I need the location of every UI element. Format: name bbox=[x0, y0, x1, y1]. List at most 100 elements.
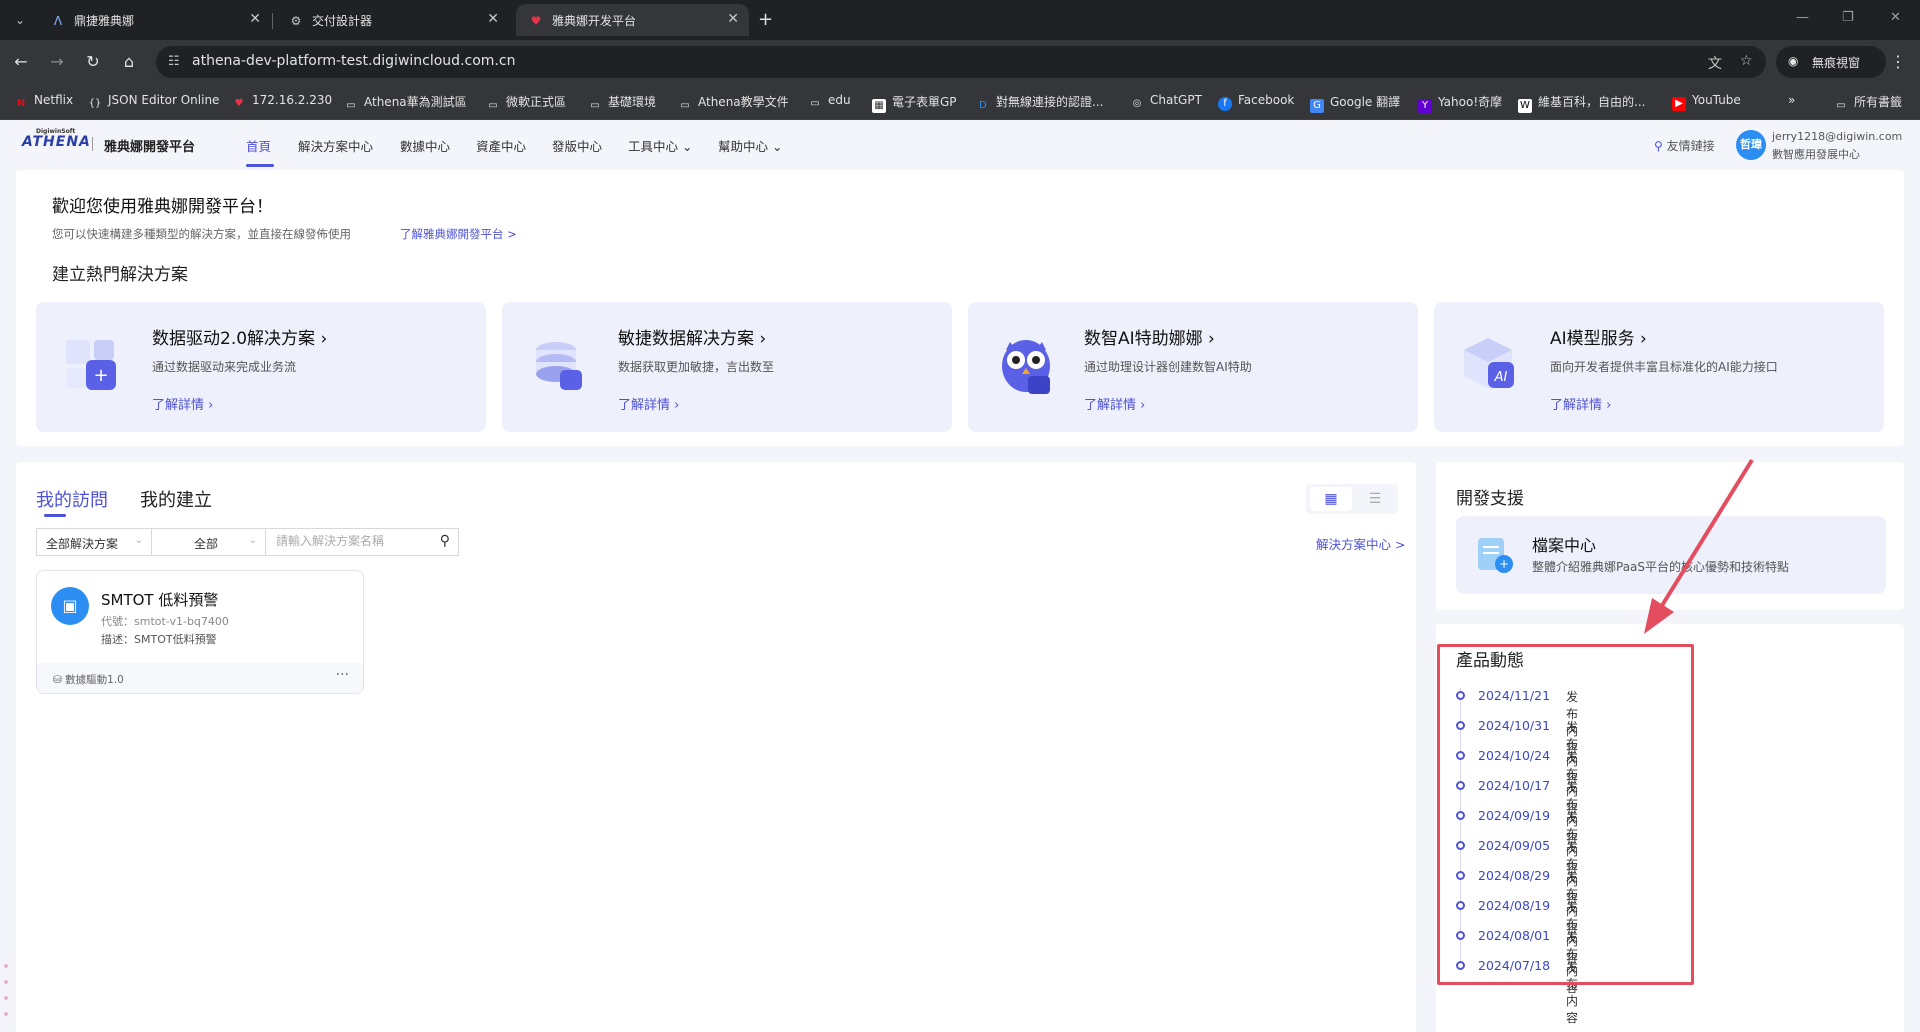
bookmark-youtube[interactable]: ▶ YouTube bbox=[1672, 93, 1741, 111]
wireless-icon: D bbox=[979, 100, 987, 111]
window-close-icon[interactable]: ✕ bbox=[1890, 10, 1901, 25]
bookmark-chatgpt[interactable]: ◎ ChatGPT bbox=[1130, 93, 1202, 111]
close-icon[interactable]: ✕ bbox=[249, 11, 261, 27]
new-tab-button[interactable]: + bbox=[758, 9, 773, 30]
learn-more-link[interactable]: 了解詳情 › bbox=[1084, 394, 1145, 413]
search-input[interactable] bbox=[276, 534, 426, 548]
data-driven-icon: + bbox=[66, 340, 116, 390]
avatar[interactable]: 哲瑋 bbox=[1736, 130, 1766, 160]
nav-tool-center[interactable]: 工具中心 ⌄ bbox=[628, 136, 692, 155]
bookmark-folder-base[interactable]: ▭ 基礎環境 bbox=[588, 93, 656, 113]
bookmark-google-translate[interactable]: G Google 翻譯 bbox=[1310, 93, 1400, 113]
bookmark-gp[interactable]: ▦ 電子表單GP bbox=[872, 93, 957, 113]
document-icon: + bbox=[1478, 538, 1513, 573]
solution-card-data-driven[interactable]: + 数据驱动2.0解决方案 › 通过数据驱动来完成业务流 了解詳情 › bbox=[36, 302, 486, 432]
news-date[interactable]: 2024/08/01 bbox=[1478, 928, 1550, 943]
bookmarks-bar: N Netflix {} JSON Editor Online ♥ 172.16.2.… bbox=[0, 84, 1920, 120]
bookmark-facebook[interactable]: f Facebook bbox=[1218, 93, 1294, 111]
bookmarks-overflow-icon[interactable]: » bbox=[1788, 93, 1795, 107]
bookmark-folder-edu[interactable]: ▭ edu bbox=[808, 93, 850, 111]
tab-my-visits[interactable]: 我的訪問 bbox=[36, 486, 108, 512]
athena-logo[interactable]: DigiwinSoft ATHENA bbox=[22, 128, 90, 154]
youtube-icon: ▶ bbox=[1672, 97, 1686, 111]
bookmark-ip[interactable]: ♥ 172.16.2.230 bbox=[232, 93, 333, 111]
solution-type-tag: ⛁ 數據驅動1.0 bbox=[53, 674, 124, 686]
solution-card-ai-assistant[interactable]: 数智AI特助娜娜 › 通过助理设计器创建数智AI特助 了解詳情 › bbox=[968, 302, 1418, 432]
learn-more-link[interactable]: 了解詳情 › bbox=[1550, 394, 1611, 413]
browser-tab-3[interactable]: ♥ 雅典娜开发平台 ✕ bbox=[516, 4, 749, 36]
bookmark-yahoo[interactable]: Y Yahoo!奇摩 bbox=[1418, 93, 1502, 113]
bookmark-wireless[interactable]: D 對無線連接的認證... bbox=[976, 93, 1103, 113]
more-menu-icon[interactable]: ⋮ bbox=[1890, 52, 1906, 71]
bookmark-wikipedia[interactable]: W 維基百科，自由的... bbox=[1518, 93, 1645, 113]
folder-icon: ▭ bbox=[810, 98, 820, 109]
home-icon[interactable]: ⌂ bbox=[118, 51, 140, 73]
reload-icon[interactable]: ↻ bbox=[82, 51, 104, 73]
translate-icon[interactable]: 文 bbox=[1708, 53, 1722, 73]
back-icon[interactable]: ← bbox=[10, 51, 32, 73]
minimize-icon[interactable]: — bbox=[1796, 10, 1809, 25]
doc-center-card[interactable]: + 檔案中心 整體介紹雅典娜PaaS平台的核心優勢和技術特點 bbox=[1456, 516, 1886, 594]
app-header: DigiwinSoft ATHENA 雅典娜開發平台 首頁 解決方案中心 數據中心… bbox=[0, 120, 1920, 168]
news-date[interactable]: 2024/08/29 bbox=[1478, 868, 1550, 883]
bookmark-folder-docs[interactable]: ▭ Athena教學文件 bbox=[678, 93, 788, 113]
news-date[interactable]: 2024/09/05 bbox=[1478, 838, 1550, 853]
news-date[interactable]: 2024/10/17 bbox=[1478, 778, 1550, 793]
tab-my-created[interactable]: 我的建立 bbox=[140, 486, 212, 512]
all-bookmarks[interactable]: ▭ 所有書籤 bbox=[1834, 93, 1902, 113]
bookmark-netflix[interactable]: N Netflix bbox=[14, 93, 73, 111]
grid-view-icon[interactable]: ▦ bbox=[1310, 487, 1352, 511]
close-icon[interactable]: ✕ bbox=[727, 11, 739, 27]
bookmark-folder-ms[interactable]: ▭ 微軟正式區 bbox=[486, 93, 566, 113]
database-icon bbox=[536, 342, 582, 390]
close-icon[interactable]: ✕ bbox=[487, 11, 499, 27]
nav-asset-center[interactable]: 資產中心 bbox=[476, 136, 526, 155]
list-view-icon[interactable]: ☰ bbox=[1354, 487, 1396, 511]
netflix-icon: N bbox=[16, 98, 26, 109]
news-date[interactable]: 2024/09/19 bbox=[1478, 808, 1550, 823]
solution-card-agile-data[interactable]: 敏捷数据解决方案 › 数据获取更加敏捷，言出数至 了解詳情 › bbox=[502, 302, 952, 432]
news-date[interactable]: 2024/07/18 bbox=[1478, 958, 1550, 973]
chevron-down-icon: ⌄ bbox=[248, 535, 257, 546]
more-actions-button[interactable]: ··· bbox=[336, 667, 349, 683]
restore-icon[interactable]: ❐ bbox=[1842, 10, 1854, 25]
solution-status-select[interactable]: 全部 ⌄ bbox=[151, 528, 266, 556]
designer-icon: ⚙ bbox=[290, 14, 302, 28]
learn-platform-link[interactable]: 了解雅典娜開發平台 > bbox=[400, 226, 517, 242]
my-visits-panel: 我的訪問 我的建立 ▦ ☰ 全部解決方案 ⌄ 全部 ⌄ ⚲ 解決方案中心 > ▣… bbox=[16, 462, 1416, 1032]
site-info-icon[interactable]: ☷ bbox=[168, 54, 180, 69]
search-icon[interactable]: ⚲ bbox=[440, 533, 450, 549]
bookmark-json-editor[interactable]: {} JSON Editor Online bbox=[88, 93, 220, 111]
nav-solution-center[interactable]: 解決方案中心 bbox=[298, 136, 373, 155]
forward-icon[interactable]: → bbox=[46, 51, 68, 73]
news-date[interactable]: 2024/08/19 bbox=[1478, 898, 1550, 913]
incognito-badge[interactable]: ◉ 無痕視窗 bbox=[1776, 46, 1886, 78]
dev-support-title: 開發支援 bbox=[1456, 489, 1524, 509]
athena-icon: Λ bbox=[53, 14, 63, 28]
learn-more-link[interactable]: 了解詳情 › bbox=[152, 394, 213, 413]
database-icon: ⛁ bbox=[53, 674, 66, 686]
url-text[interactable]: athena-dev-platform-test.digiwincloud.co… bbox=[192, 53, 515, 69]
news-date[interactable]: 2024/11/21 bbox=[1478, 688, 1550, 703]
solution-item-card[interactable]: ▣ SMTOT 低料預警 代號：smtot-v1-bq7400 描述：SMTOT… bbox=[36, 570, 364, 694]
view-toggle: ▦ ☰ bbox=[1306, 484, 1398, 514]
nav-data-center[interactable]: 數據中心 bbox=[400, 136, 450, 155]
solution-desc: 描述：SMTOT低料預警 bbox=[101, 633, 217, 646]
tab-search-icon[interactable]: ⌄ bbox=[8, 8, 32, 32]
nav-home[interactable]: 首頁 bbox=[246, 136, 271, 155]
address-bar[interactable]: ☷ athena-dev-platform-test.digiwincloud.… bbox=[156, 46, 1766, 78]
browser-tab-2[interactable]: ⚙ 交付設計器 ✕ bbox=[276, 4, 509, 36]
news-date[interactable]: 2024/10/31 bbox=[1478, 718, 1550, 733]
timeline-dot-icon bbox=[1456, 721, 1465, 730]
solution-type-select[interactable]: 全部解決方案 ⌄ bbox=[36, 528, 152, 556]
bookmark-star-icon[interactable]: ☆ bbox=[1740, 53, 1753, 69]
browser-tab-1[interactable]: Λ 鼎捷雅典娜 ✕ bbox=[38, 4, 271, 36]
solution-center-link[interactable]: 解決方案中心 > bbox=[1316, 534, 1405, 553]
nav-release-center[interactable]: 發版中心 bbox=[552, 136, 602, 155]
friend-link[interactable]: ⚲ 友情鏈接 bbox=[1654, 137, 1715, 154]
news-date[interactable]: 2024/10/24 bbox=[1478, 748, 1550, 763]
learn-more-link[interactable]: 了解詳情 › bbox=[618, 394, 679, 413]
solution-card-ai-model[interactable]: AI AI模型服务 › 面向开发者提供丰富且标准化的AI能力接口 了解詳情 › bbox=[1434, 302, 1884, 432]
nav-help-center[interactable]: 幫助中心 ⌄ bbox=[718, 136, 782, 155]
bookmark-folder-huawei[interactable]: ▭ Athena華為測試區 bbox=[344, 93, 466, 113]
